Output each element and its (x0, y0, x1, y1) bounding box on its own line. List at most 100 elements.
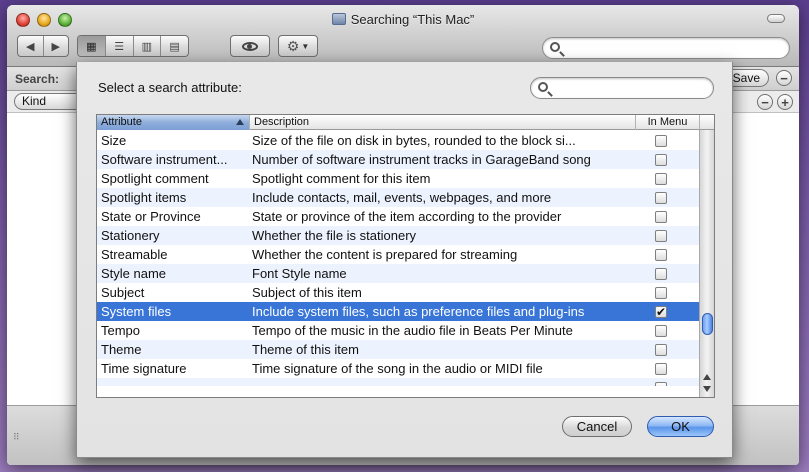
cell-attribute: Spotlight comment (101, 171, 209, 186)
window-title: Searching “This Mac” (350, 12, 475, 27)
cell-attribute: Theme (101, 342, 142, 357)
folder-icon (331, 13, 346, 25)
back-button[interactable]: ◀ (18, 36, 44, 56)
in-menu-checkbox[interactable] (655, 363, 667, 375)
table-row[interactable]: Streamable Whether the content is prepare… (97, 245, 700, 264)
cell-description: Spotlight comment for this item (252, 171, 431, 186)
table-row[interactable]: Software instrument... Number of software… (97, 150, 700, 169)
toolbar-toggle-button[interactable] (767, 14, 785, 23)
remove-searchbar-button[interactable]: − (776, 70, 792, 86)
in-menu-checkbox[interactable]: ✔ (655, 306, 667, 318)
cell-attribute: Size (101, 133, 127, 148)
cell-description: Subject of this item (252, 285, 362, 300)
scroll-thumb[interactable] (702, 313, 713, 335)
in-menu-checkbox (655, 382, 667, 386)
table-row[interactable]: Spotlight items Include contacts, mail, e… (97, 188, 700, 207)
ok-button[interactable]: OK (647, 416, 714, 437)
chevron-down-icon: ▼ (301, 41, 310, 51)
cell-description: Number of software instrument tracks in … (252, 152, 591, 167)
in-menu-checkbox[interactable] (655, 287, 667, 299)
search-icon (538, 82, 548, 92)
cell-attribute: Style name (101, 266, 167, 281)
attribute-search-input[interactable] (530, 77, 714, 99)
cell-attribute: State or Province (101, 209, 201, 224)
in-menu-checkbox[interactable] (655, 249, 667, 261)
vertical-scrollbar[interactable] (699, 130, 714, 397)
sheet-prompt: Select a search attribute: (98, 80, 242, 95)
cancel-button[interactable]: Cancel (562, 416, 632, 437)
scroll-down-arrow-icon[interactable] (703, 386, 711, 392)
action-menu-button[interactable]: ⚙ ▼ (278, 35, 318, 57)
in-menu-checkbox[interactable] (655, 192, 667, 204)
path-grip-icon: ⠿ (13, 432, 21, 442)
eye-icon (242, 41, 258, 51)
table-row[interactable]: Tempo Tempo of the music in the audio fil… (97, 321, 700, 340)
back-forward-control: ◀ ▶ (17, 35, 69, 57)
sort-ascending-icon (236, 119, 244, 125)
table-body: Size Size of the file on disk in bytes, r… (97, 131, 700, 386)
column-header-attribute[interactable]: Attribute (97, 115, 250, 130)
cell-description: Whether the content is prepared for stre… (252, 247, 518, 262)
table-row[interactable]: State or Province State or province of th… (97, 207, 700, 226)
in-menu-checkbox[interactable] (655, 211, 667, 223)
finder-search-input[interactable] (542, 37, 790, 59)
cell-attribute: Stationery (101, 228, 160, 243)
ok-label: OK (671, 419, 690, 434)
in-menu-checkbox[interactable] (655, 268, 667, 280)
cell-description: Size of the file on disk in bytes, round… (252, 133, 576, 148)
list-view-button[interactable]: ☰ (106, 36, 134, 56)
in-menu-checkbox[interactable] (655, 344, 667, 356)
kind-label: Kind (22, 94, 47, 108)
table-row[interactable]: Time signature Time signature of the song… (97, 359, 700, 378)
column-view-button[interactable]: ▥ (134, 36, 162, 56)
cell-description: Font Style name (252, 266, 347, 281)
remove-criterion-button[interactable]: − (757, 94, 773, 110)
scroll-up-arrow-icon[interactable] (703, 374, 711, 380)
attribute-table: Attribute Description In Menu Size Size o… (96, 114, 715, 398)
table-row[interactable]: Spotlight comment Spotlight comment for t… (97, 169, 700, 188)
title-bar: Searching “This Mac” ◀ ▶ ▦ ☰ ▥ ▤ ⚙ ▼ (7, 5, 799, 67)
save-label: Save (732, 71, 760, 85)
window-title-container: Searching “This Mac” (7, 12, 799, 27)
table-row[interactable]: Stationery Whether the file is stationery (97, 226, 700, 245)
in-menu-checkbox[interactable] (655, 135, 667, 147)
gear-icon: ⚙ (286, 37, 300, 54)
in-menu-checkbox[interactable] (655, 230, 667, 242)
minus-icon: − (780, 70, 788, 86)
in-menu-checkbox[interactable] (655, 325, 667, 337)
column-header-attribute-label: Attribute (101, 116, 142, 128)
icon-view-button[interactable]: ▦ (78, 36, 106, 56)
column-header-description[interactable]: Description (250, 115, 636, 130)
cell-description: Include system files, such as preference… (252, 304, 585, 319)
cell-attribute: Time signature (101, 361, 187, 376)
cell-description: Whether the file is stationery (252, 228, 417, 243)
in-menu-checkbox[interactable] (655, 173, 667, 185)
cell-attribute: Streamable (101, 247, 168, 262)
cell-attribute: Tempo (101, 323, 141, 338)
cell-attribute: Subject (101, 285, 145, 300)
cell-description: Tempo of the music in the audio file in … (252, 323, 573, 338)
cell-description: Include contacts, mail, events, webpages… (252, 190, 552, 205)
cell-attribute: Software instrument... (101, 152, 228, 167)
plus-icon: + (781, 94, 789, 110)
column-header-description-label: Description (254, 116, 310, 128)
quick-look-button[interactable] (230, 35, 270, 57)
kind-popup[interactable]: Kind (14, 93, 84, 110)
table-row[interactable]: Style name Font Style name (97, 264, 700, 283)
table-row[interactable]: Subject Subject of this item (97, 283, 700, 302)
coverflow-view-button[interactable]: ▤ (161, 36, 188, 56)
table-row[interactable]: System files Include system files, such a… (97, 302, 700, 321)
column-header-in-menu[interactable]: In Menu (636, 115, 700, 130)
table-row[interactable]: Size Size of the file on disk in bytes, r… (97, 131, 700, 150)
cell-description: Time signature of the song in the audio … (252, 361, 543, 376)
in-menu-checkbox[interactable] (655, 154, 667, 166)
add-criterion-button[interactable]: + (777, 94, 793, 110)
table-row[interactable]: Theme Theme of this item (97, 340, 700, 359)
column-header-in-menu-label: In Menu (647, 116, 688, 128)
forward-button[interactable]: ▶ (44, 36, 69, 56)
cancel-label: Cancel (576, 419, 618, 434)
table-row-partial (97, 378, 700, 386)
search-attribute-sheet: Select a search attribute: Attribute Des… (76, 62, 733, 458)
search-label: Search: (15, 72, 60, 86)
view-mode-control: ▦ ☰ ▥ ▤ (77, 35, 189, 57)
